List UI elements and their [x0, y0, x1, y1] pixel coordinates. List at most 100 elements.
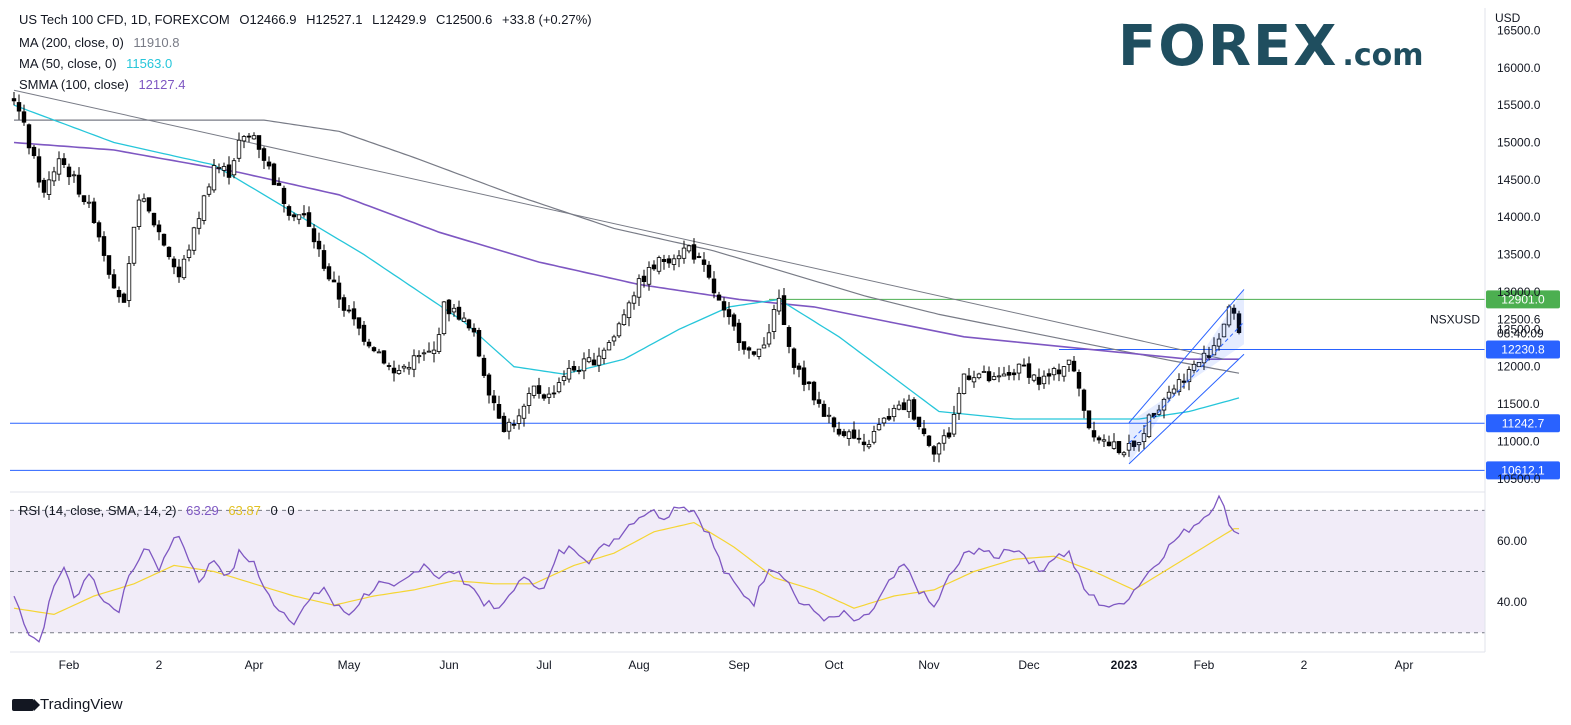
- candle-body: [596, 355, 602, 366]
- candle-body: [966, 375, 972, 380]
- candle-body: [176, 266, 182, 278]
- candle-body: [736, 322, 742, 343]
- y-tick-label: 16500.0: [1497, 23, 1541, 37]
- candle-body: [91, 201, 97, 223]
- smma100-legend[interactable]: SMMA (100, close) 12127.4: [19, 77, 191, 92]
- candle-body: [666, 258, 672, 264]
- candle-body: [781, 295, 787, 326]
- candle-body: [61, 158, 67, 166]
- candle-body: [196, 218, 202, 229]
- ma50-legend[interactable]: MA (50, close, 0) 11563.0: [19, 56, 178, 71]
- candle-body: [761, 344, 767, 349]
- candle-body: [776, 297, 782, 312]
- candle-body: [281, 187, 287, 204]
- candle-body: [1096, 437, 1102, 441]
- candle-body: [941, 435, 947, 444]
- candle-body: [641, 275, 647, 282]
- candle-body: [591, 359, 597, 366]
- candle-body: [511, 423, 517, 426]
- candle-body: [551, 392, 557, 395]
- candle-body: [521, 405, 527, 419]
- x-tick-label: Jun: [439, 658, 458, 672]
- candle-body: [811, 381, 817, 401]
- candle-body: [136, 199, 142, 227]
- candle-body: [981, 371, 987, 373]
- candle-body: [956, 392, 962, 414]
- candle-body: [1011, 372, 1017, 376]
- tradingview-logo-icon: [12, 698, 40, 711]
- y-tick-label: 11500.0: [1497, 397, 1540, 411]
- candle-body: [1026, 363, 1032, 378]
- candle-body: [361, 324, 367, 342]
- candle-body: [456, 306, 462, 320]
- candle-body: [71, 174, 77, 177]
- candle-body: [266, 161, 272, 167]
- candle-body: [401, 365, 407, 369]
- tradingview-brand[interactable]: TradingView: [12, 696, 123, 713]
- candle-body: [1056, 369, 1062, 375]
- candle-body: [41, 179, 47, 193]
- candle-body: [336, 282, 342, 300]
- close-label: C: [435, 12, 446, 27]
- candle-body: [426, 350, 432, 353]
- y-tick-label: 14500.0: [1497, 173, 1541, 187]
- candle-body: [836, 428, 842, 435]
- candle-body: [1121, 452, 1127, 456]
- candle-body: [11, 98, 17, 102]
- y-tick-label: 14000.0: [1497, 210, 1541, 224]
- candle-body: [796, 365, 802, 370]
- candle-body: [1036, 376, 1042, 385]
- candle-body: [1111, 441, 1117, 449]
- candle-body: [1106, 441, 1112, 447]
- candle-body: [1001, 373, 1007, 377]
- candle-body: [291, 214, 297, 218]
- candle-body: [581, 358, 587, 372]
- candle-body: [126, 263, 132, 301]
- candle-body: [396, 370, 402, 374]
- candle-body: [451, 307, 457, 313]
- candle-body: [931, 446, 937, 455]
- candle-body: [891, 407, 897, 418]
- candle-body: [986, 371, 992, 382]
- candle-body: [516, 415, 522, 424]
- ma50-label: MA (50, close, 0): [19, 56, 117, 71]
- candle-body: [101, 236, 107, 256]
- logo-suffix: .com: [1342, 38, 1424, 73]
- candle-body: [1016, 363, 1022, 374]
- candle-body: [1071, 360, 1077, 372]
- y-tick-label: 13000.0: [1497, 285, 1541, 299]
- candle-body: [1061, 366, 1067, 377]
- candle-body: [646, 267, 652, 285]
- candle-body: [441, 301, 447, 335]
- candle-body: [406, 367, 412, 370]
- chart-canvas[interactable]: 12901.012230.811242.710612.1NSXUSD 12500.…: [0, 0, 1571, 725]
- candle-body: [476, 330, 482, 357]
- candle-body: [876, 424, 882, 431]
- candle-body: [86, 201, 92, 204]
- candle-body: [976, 373, 982, 379]
- candle-body: [726, 309, 732, 318]
- candle-body: [866, 444, 872, 448]
- candle-body: [481, 357, 487, 376]
- candle-body: [756, 348, 762, 357]
- ma200-legend[interactable]: MA (200, close, 0) 11910.8: [19, 35, 185, 50]
- candle-body: [661, 259, 667, 262]
- candle-body: [786, 327, 792, 347]
- candle-body: [886, 416, 892, 420]
- candle-body: [431, 349, 437, 354]
- candle-body: [656, 257, 662, 272]
- candle-body: [566, 367, 572, 380]
- candle-body: [606, 342, 612, 351]
- candle-body: [926, 435, 932, 446]
- candle-body: [1006, 372, 1012, 376]
- candle-body: [576, 370, 582, 372]
- rsi-legend[interactable]: RSI (14, close, SMA, 14, 2) 63.29 63.87 …: [19, 503, 301, 518]
- candle-body: [306, 212, 312, 227]
- rsi-value: 63.29: [186, 503, 219, 518]
- candle-body: [236, 139, 242, 159]
- candle-body: [611, 336, 617, 342]
- candle-body: [1051, 368, 1057, 376]
- x-tick-label: 2: [1301, 658, 1308, 672]
- candle-body: [896, 404, 902, 410]
- candle-body: [326, 266, 332, 280]
